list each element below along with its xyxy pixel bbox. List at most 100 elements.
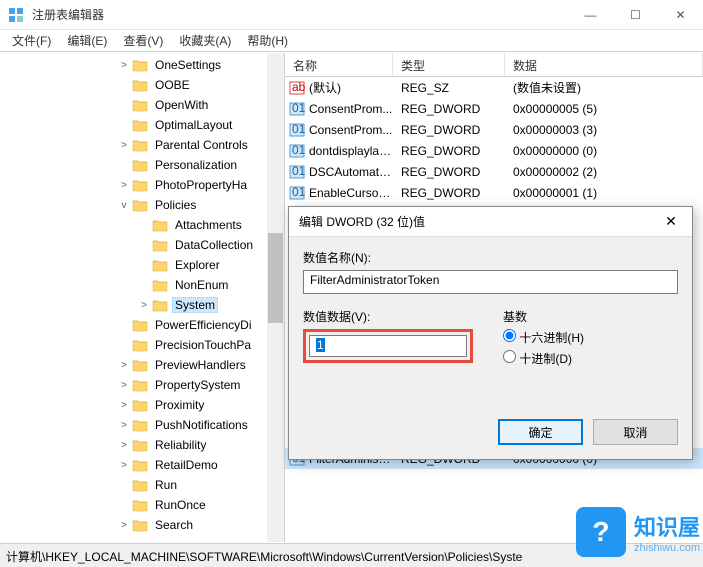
minimize-button[interactable]: — (568, 0, 613, 30)
watermark-icon: ? (576, 507, 626, 557)
list-row[interactable]: 011EnableCursorS...REG_DWORD0x00000001 (… (285, 182, 703, 203)
folder-icon (132, 478, 148, 492)
tree-label: RunOnce (152, 498, 209, 512)
folder-icon (152, 238, 168, 252)
tree-item-nonenum[interactable]: NonEnum (0, 275, 284, 295)
value-data-highlight: 1 (303, 329, 473, 363)
tree-item-policies[interactable]: v Policies (0, 195, 284, 215)
folder-icon (132, 178, 148, 192)
tree-item-parental-controls[interactable]: >Parental Controls (0, 135, 284, 155)
list-row[interactable]: 011DSCAutomatio...REG_DWORD0x00000002 (2… (285, 161, 703, 182)
svg-text:011: 011 (292, 185, 305, 199)
binary-icon: 011 (289, 122, 305, 138)
binary-icon: 011 (289, 101, 305, 117)
svg-text:011: 011 (292, 101, 305, 115)
tree-item-optimallayout[interactable]: OptimalLayout (0, 115, 284, 135)
binary-icon: 011 (289, 185, 305, 201)
tree-toggle-icon[interactable]: v (118, 200, 130, 211)
folder-icon (132, 498, 148, 512)
tree-toggle-icon[interactable]: > (118, 520, 130, 531)
tree-item-powerefficiencydi[interactable]: PowerEfficiencyDi (0, 315, 284, 335)
dialog-close-button[interactable]: ✕ (656, 213, 686, 230)
radio-dec[interactable]: 十进制(D) (503, 350, 584, 367)
folder-icon (132, 358, 148, 372)
tree-label: Run (152, 478, 180, 492)
tree-item-openwith[interactable]: OpenWith (0, 95, 284, 115)
tree-toggle-icon[interactable]: > (118, 440, 130, 451)
tree-label: Explorer (172, 258, 223, 272)
tree-label: Personalization (152, 158, 240, 172)
tree-item-attachments[interactable]: Attachments (0, 215, 284, 235)
tree-toggle-icon[interactable]: > (118, 140, 130, 151)
tree-toggle-icon[interactable]: > (118, 360, 130, 371)
tree-label: System (172, 297, 218, 313)
menubar: 文件(F) 编辑(E) 查看(V) 收藏夹(A) 帮助(H) (0, 30, 703, 52)
maximize-button[interactable]: ☐ (613, 0, 658, 30)
col-data[interactable]: 数据 (505, 53, 703, 76)
tree-label: OOBE (152, 78, 193, 92)
folder-icon (132, 378, 148, 392)
folder-icon (152, 298, 168, 312)
tree-item-onesettings[interactable]: >OneSettings (0, 55, 284, 75)
radio-hex[interactable]: 十六进制(H) (503, 329, 584, 346)
tree-item-previewhandlers[interactable]: >PreviewHandlers (0, 355, 284, 375)
menu-view[interactable]: 查看(V) (115, 30, 171, 51)
col-type[interactable]: 类型 (393, 53, 505, 76)
tree-item-precisiontouchpa[interactable]: PrecisionTouchPa (0, 335, 284, 355)
list-row[interactable]: 011dontdisplaylas...REG_DWORD0x00000000 … (285, 140, 703, 161)
tree-toggle-icon[interactable]: > (118, 400, 130, 411)
tree-label: Reliability (152, 438, 209, 452)
tree-item-runonce[interactable]: RunOnce (0, 495, 284, 515)
tree-item-personalization[interactable]: Personalization (0, 155, 284, 175)
tree-item-retaildemo[interactable]: >RetailDemo (0, 455, 284, 475)
tree-item-search[interactable]: >Search (0, 515, 284, 535)
regedit-icon (8, 7, 24, 23)
binary-icon: 011 (289, 143, 305, 159)
tree-item-system[interactable]: > System (0, 295, 284, 315)
tree-toggle-icon[interactable]: > (118, 380, 130, 391)
tree-item-propertysystem[interactable]: > PropertySystem (0, 375, 284, 395)
tree-item-oobe[interactable]: OOBE (0, 75, 284, 95)
cancel-button[interactable]: 取消 (593, 419, 678, 445)
base-label: 基数 (503, 308, 584, 325)
value-name-input[interactable]: FilterAdministratorToken (303, 270, 678, 294)
list-row[interactable]: ab(默认)REG_SZ(数值未设置) (285, 77, 703, 98)
tree-item-photopropertyha[interactable]: >PhotoPropertyHa (0, 175, 284, 195)
tree-toggle-icon[interactable]: > (118, 460, 130, 471)
tree-label: PushNotifications (152, 418, 251, 432)
menu-edit[interactable]: 编辑(E) (59, 30, 115, 51)
close-button[interactable]: ✕ (658, 0, 703, 30)
folder-icon (132, 318, 148, 332)
tree-label: Policies (152, 198, 199, 212)
tree-toggle-icon[interactable]: > (118, 180, 130, 191)
tree-item-datacollection[interactable]: DataCollection (0, 235, 284, 255)
tree-label: PrecisionTouchPa (152, 338, 254, 352)
tree-toggle-icon[interactable]: > (118, 60, 130, 71)
menu-help[interactable]: 帮助(H) (239, 30, 296, 51)
value-data-input[interactable]: 1 (309, 335, 467, 357)
tree-item-reliability[interactable]: > Reliability (0, 435, 284, 455)
ok-button[interactable]: 确定 (498, 419, 583, 445)
tree-item-explorer[interactable]: Explorer (0, 255, 284, 275)
string-icon: ab (289, 80, 305, 96)
list-row[interactable]: 011ConsentProm...REG_DWORD0x00000003 (3) (285, 119, 703, 140)
tree-label: OpenWith (152, 98, 211, 112)
tree-item-proximity[interactable]: >Proximity (0, 395, 284, 415)
dialog-title: 编辑 DWORD (32 位)值 (299, 213, 656, 230)
folder-icon (132, 398, 148, 412)
tree-scrollbar[interactable] (267, 53, 284, 542)
folder-icon (132, 118, 148, 132)
tree-item-pushnotifications[interactable]: > PushNotifications (0, 415, 284, 435)
tree-toggle-icon[interactable]: > (138, 300, 150, 311)
list-row[interactable]: 011ConsentProm...REG_DWORD0x00000005 (5) (285, 98, 703, 119)
tree-label: PropertySystem (152, 378, 243, 392)
list-header: 名称 类型 数据 (285, 53, 703, 77)
menu-favorites[interactable]: 收藏夹(A) (171, 30, 239, 51)
folder-icon (152, 218, 168, 232)
col-name[interactable]: 名称 (285, 53, 393, 76)
folder-icon (132, 198, 148, 212)
tree-item-run[interactable]: Run (0, 475, 284, 495)
folder-icon (132, 78, 148, 92)
tree-toggle-icon[interactable]: > (118, 420, 130, 431)
menu-file[interactable]: 文件(F) (4, 30, 59, 51)
